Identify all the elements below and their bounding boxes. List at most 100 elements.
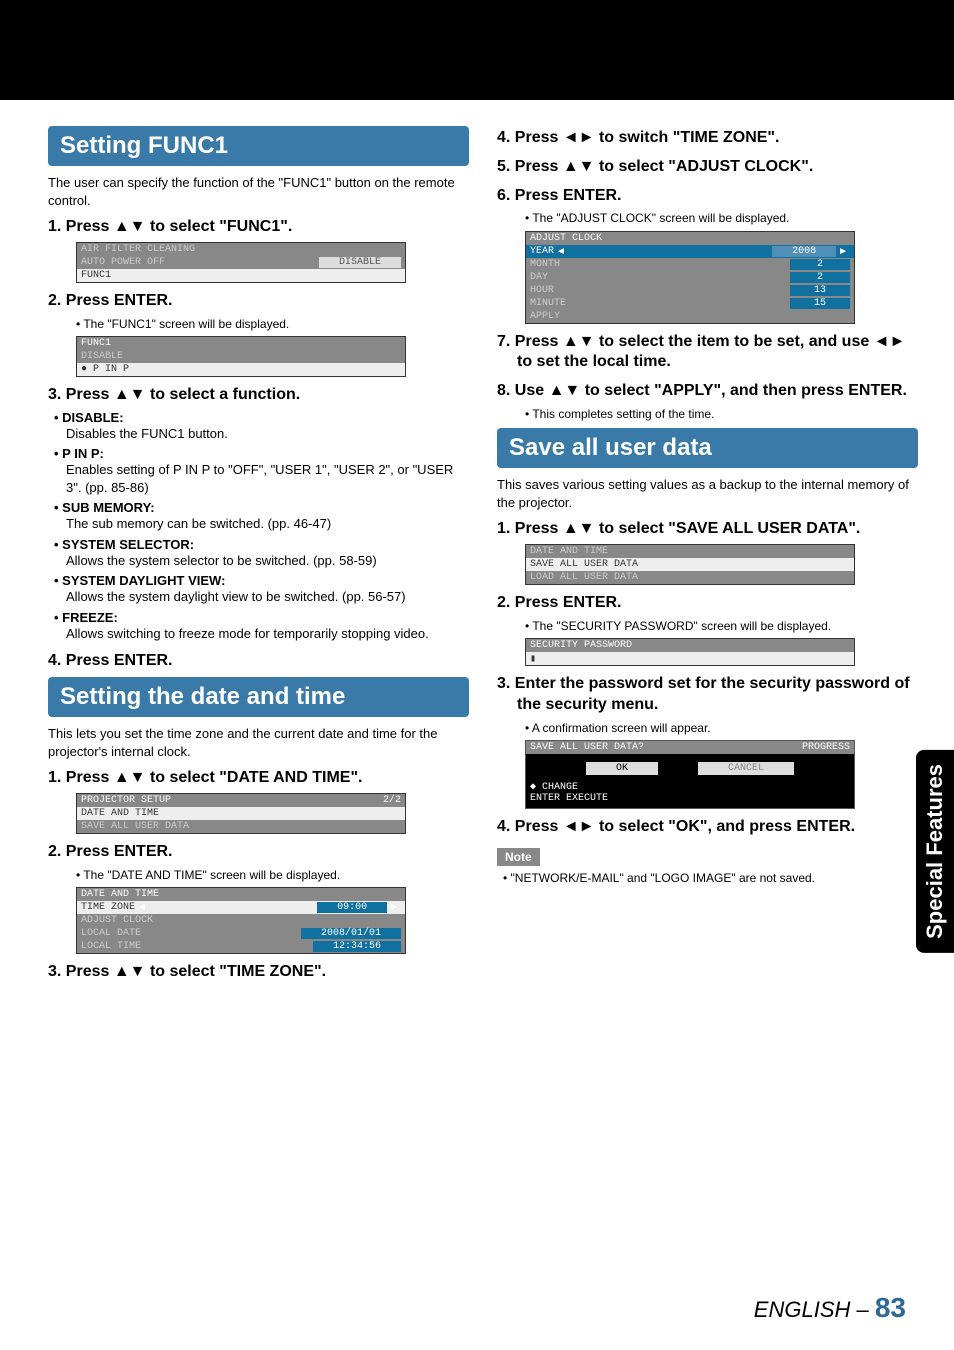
b-sys: Allows the system selector to be switche… <box>66 552 469 570</box>
dialog-hint-execute: ENTER EXECUTE <box>530 793 850 804</box>
note-text: • "NETWORK/E-MAIL" and "LOGO IMAGE" are … <box>503 870 918 886</box>
b-disable: Disables the FUNC1 button. <box>66 425 469 443</box>
menu-row-selected: YEAR <box>530 246 554 257</box>
save-step3-sub: • A confirmation screen will appear. <box>525 720 918 736</box>
cont-step7: 7. Press ▲▼ to select the item to be set… <box>497 332 918 374</box>
save-step2: 2. Press ENTER. <box>497 593 918 614</box>
menu-value: 2008/01/01 <box>301 928 401 939</box>
menu-row-selected: ● P IN P <box>81 364 129 375</box>
menu-row: HOUR <box>530 285 554 296</box>
menu-value: 2 <box>790 272 850 283</box>
menu-row-selected: TIME ZONE <box>81 902 135 913</box>
date-step3: 3. Press ▲▼ to select "TIME ZONE". <box>48 962 469 983</box>
footer-language: ENGLISH – <box>754 1297 875 1322</box>
adjust-clock-menu: ADJUST CLOCK YEAR◄ 2008► MONTH 2 DAY 2 HOUR… <box>525 231 855 324</box>
cursor-icon: ▮ <box>530 653 536 665</box>
cancel-button[interactable]: CANCEL <box>698 762 794 775</box>
menu-value: 15 <box>790 298 850 309</box>
menu-row: MONTH <box>530 259 560 270</box>
func1-step2: 2. Press ENTER. <box>48 291 469 312</box>
menu-value: 09:00 <box>317 902 387 913</box>
b-sys-h: • SYSTEM SELECTOR: <box>54 537 469 552</box>
menu-row: DAY <box>530 272 548 283</box>
date-step2: 2. Press ENTER. <box>48 842 469 863</box>
b-day: Allows the system daylight view to be sw… <box>66 588 469 606</box>
menu-header: PROJECTOR SETUP <box>81 795 171 806</box>
menu-value: 12:34:56 <box>313 941 401 952</box>
menu-row: DISABLE <box>81 351 123 362</box>
menu-row: LOCAL TIME <box>81 941 141 952</box>
save-lead: This saves various setting values as a b… <box>497 476 918 511</box>
menu-value: 2 <box>790 259 850 270</box>
cont-step8-sub: • This completes setting of the time. <box>525 406 918 422</box>
menu-page: 2/2 <box>383 795 401 806</box>
side-tab-special-features: Special Features <box>916 750 954 953</box>
b-disable-h: • DISABLE: <box>54 410 469 425</box>
func1-step4: 4. Press ENTER. <box>48 651 469 672</box>
arrow-right-icon: ► <box>389 902 399 913</box>
menu-row: AUTO POWER OFF <box>81 257 165 268</box>
menu-row: ADJUST CLOCK <box>81 915 153 926</box>
arrow-left-icon: ◄ <box>556 246 566 257</box>
menu-header: FUNC1 <box>81 338 111 349</box>
section-save-title: Save all user data <box>497 428 918 468</box>
date-lead: This lets you set the time zone and the … <box>48 725 469 760</box>
b-frz-h: • FREEZE: <box>54 610 469 625</box>
b-sub: The sub memory can be switched. (pp. 46-… <box>66 515 469 533</box>
save-step4: 4. Press ◄► to select "OK", and press EN… <box>497 817 918 838</box>
menu-row: LOCAL DATE <box>81 928 141 939</box>
date-step1: 1. Press ▲▼ to select "DATE AND TIME". <box>48 768 469 789</box>
menu-value: 2008 <box>772 246 836 257</box>
save-step3: 3. Enter the password set for the securi… <box>497 674 918 716</box>
menu-row-selected: FUNC1 <box>81 270 111 281</box>
save-menu1: DATE AND TIME SAVE ALL USER DATA LOAD AL… <box>525 544 855 585</box>
func1-menu1: AIR FILTER CLEANING AUTO POWER OFF DISABL… <box>76 242 406 283</box>
menu-row: AIR FILTER CLEANING <box>81 244 195 255</box>
menu-row-selected: SAVE ALL USER DATA <box>530 559 638 570</box>
ok-button[interactable]: OK <box>586 762 658 775</box>
note-label: Note <box>497 848 540 866</box>
cont-step8: 8. Use ▲▼ to select "APPLY", and then pr… <box>497 381 918 402</box>
section-func1-title: Setting FUNC1 <box>48 126 469 166</box>
arrow-right-icon: ► <box>838 246 848 257</box>
security-pw-menu: SECURITY PASSWORD ▮ <box>525 638 855 666</box>
save-step2-sub: • The "SECURITY PASSWORD" screen will be… <box>525 618 918 634</box>
menu-row: DATE AND TIME <box>530 546 608 557</box>
save-confirm-dialog: SAVE ALL USER DATA? PROGRESS OK CANCEL ◆ … <box>525 740 855 809</box>
menu-header: ADJUST CLOCK <box>530 233 602 244</box>
page-footer: ENGLISH – 83 <box>754 1292 906 1324</box>
b-pinp-h: • P IN P: <box>54 446 469 461</box>
cont-step6: 6. Press ENTER. <box>497 186 918 207</box>
top-header-bar <box>0 0 954 100</box>
arrow-left-icon: ◄ <box>137 902 147 913</box>
menu-row: SAVE ALL USER DATA <box>81 821 189 832</box>
b-day-h: • SYSTEM DAYLIGHT VIEW: <box>54 573 469 588</box>
dialog-title: SAVE ALL USER DATA? <box>530 742 644 753</box>
dialog-hint-change: ◆ CHANGE <box>530 781 850 793</box>
b-frz: Allows switching to freeze mode for temp… <box>66 625 469 643</box>
section-date-title: Setting the date and time <box>48 677 469 717</box>
func1-menu2: FUNC1 DISABLE ● P IN P <box>76 336 406 377</box>
func1-step1: 1. Press ▲▼ to select "FUNC1". <box>48 217 469 238</box>
page-number: 83 <box>875 1292 906 1323</box>
b-pinp: Enables setting of P IN P to "OFF", "USE… <box>66 461 469 496</box>
menu-row: LOAD ALL USER DATA <box>530 572 638 583</box>
dialog-progress: PROGRESS <box>802 742 850 753</box>
menu-row-selected: DATE AND TIME <box>81 808 159 819</box>
date-menu2: DATE AND TIME TIME ZONE◄ 09:00► ADJUST CL… <box>76 887 406 954</box>
menu-row: APPLY <box>530 311 560 322</box>
cont-step6-sub: • The "ADJUST CLOCK" screen will be disp… <box>525 210 918 226</box>
date-step2-sub: • The "DATE AND TIME" screen will be dis… <box>76 867 469 883</box>
cont-step5: 5. Press ▲▼ to select "ADJUST CLOCK". <box>497 157 918 178</box>
left-column: Setting FUNC1 The user can specify the f… <box>48 120 469 987</box>
menu-header: DATE AND TIME <box>81 889 159 900</box>
menu-value: 13 <box>790 285 850 296</box>
right-column: 4. Press ◄► to switch "TIME ZONE". 5. Pr… <box>497 120 918 987</box>
cont-step4: 4. Press ◄► to switch "TIME ZONE". <box>497 128 918 149</box>
menu-value: DISABLE <box>319 257 401 268</box>
func1-step3: 3. Press ▲▼ to select a function. <box>48 385 469 406</box>
func1-step2-sub: • The "FUNC1" screen will be displayed. <box>76 316 469 332</box>
date-menu1: PROJECTOR SETUP 2/2 DATE AND TIME SAVE AL… <box>76 793 406 834</box>
save-step1: 1. Press ▲▼ to select "SAVE ALL USER DAT… <box>497 519 918 540</box>
menu-row: MINUTE <box>530 298 566 309</box>
